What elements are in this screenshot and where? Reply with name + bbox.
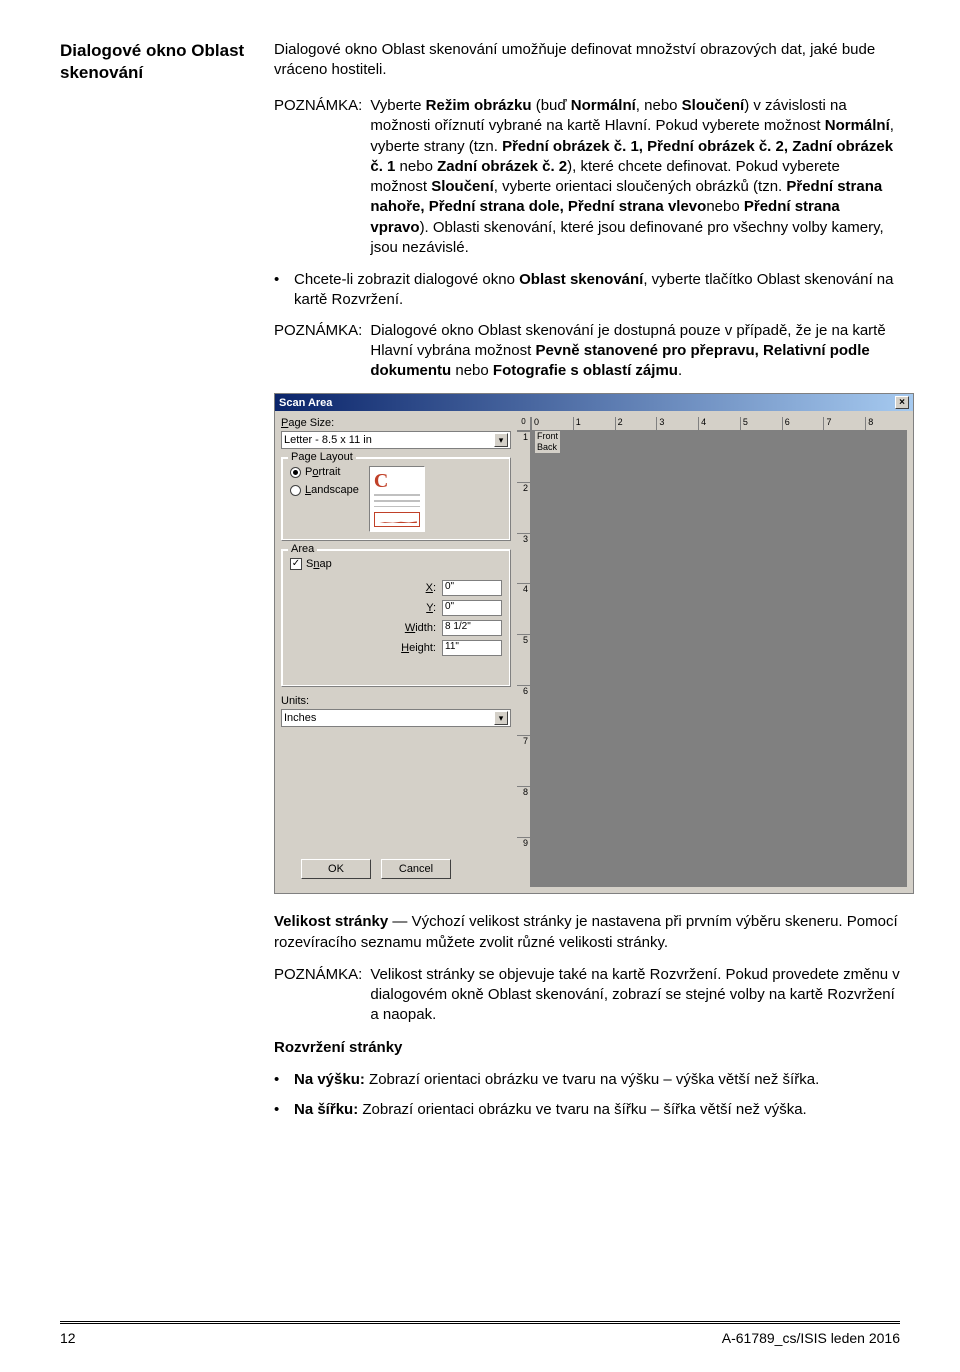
tick: 4 <box>698 417 740 430</box>
checkbox-icon: ✓ <box>290 558 302 570</box>
tick: 3 <box>517 533 530 584</box>
bullet-dot: • <box>274 1100 286 1120</box>
note-label: POZNÁMKA: <box>274 321 362 382</box>
ruler-vertical: 1 2 3 4 5 6 7 8 9 <box>517 431 531 887</box>
tick: 8 <box>517 786 530 837</box>
note-2: POZNÁMKA: Dialogové okno Oblast skenován… <box>274 321 900 382</box>
ruler-horizontal: 0 1 2 3 4 5 6 7 8 <box>531 417 907 431</box>
note-body: Velikost stránky se objevuje také na kar… <box>370 965 900 1026</box>
tick: 7 <box>517 735 530 786</box>
page-footer: 12 A-61789_cs/ISIS leden 2016 <box>60 1321 900 1346</box>
page-layout-group: Portrait Landscape C <box>281 457 511 541</box>
note-3: POZNÁMKA: Velikost stránky se objevuje t… <box>274 965 900 1026</box>
note-body: Dialogové okno Oblast skenování je dostu… <box>370 321 900 382</box>
ruler-origin: 0 <box>517 417 531 431</box>
height-label: Height: <box>401 642 436 654</box>
y-label: Y: <box>426 602 436 614</box>
bullet-text: Na šířku: Zobrazí orientaci obrázku ve t… <box>294 1100 900 1120</box>
tick: 1 <box>573 417 615 430</box>
tick: 8 <box>865 417 907 430</box>
page-size-value: Letter - 8.5 x 11 in <box>284 434 372 446</box>
bullet-dot: • <box>274 1070 286 1090</box>
doc-id: A-61789_cs/ISIS leden 2016 <box>722 1330 900 1346</box>
tick: 9 <box>517 837 530 888</box>
x-label: X: <box>426 582 436 594</box>
snap-label: Snap <box>306 558 332 570</box>
bullet-portrait: • Na výšku: Zobrazí orientaci obrázku ve… <box>274 1070 900 1090</box>
cancel-button[interactable]: Cancel <box>381 859 451 879</box>
units-label: Units: <box>281 695 511 707</box>
page-layout-thumbnail: C <box>369 466 425 532</box>
chevron-down-icon[interactable]: ▾ <box>494 711 508 725</box>
tick: 7 <box>823 417 865 430</box>
tick: 6 <box>517 685 530 736</box>
dialog-titlebar: Scan Area × <box>275 394 913 411</box>
bullet-landscape: • Na šířku: Zobrazí orientaci obrázku ve… <box>274 1100 900 1120</box>
scan-area-dialog: Scan Area × Page Size: Letter - 8.5 x 11… <box>274 393 914 894</box>
width-input[interactable]: 8 1/2" <box>442 620 502 636</box>
units-combo[interactable]: Inches ▾ <box>281 709 511 727</box>
portrait-radio[interactable]: Portrait <box>290 466 359 478</box>
preview-pane[interactable]: 0 0 1 2 3 4 5 6 7 8 1 2 <box>517 417 907 887</box>
close-icon[interactable]: × <box>895 396 909 409</box>
page-size-label: Page Size: <box>281 417 511 429</box>
note-label: POZNÁMKA: <box>274 96 362 258</box>
tick: 2 <box>517 482 530 533</box>
dialog-title: Scan Area <box>279 397 332 409</box>
page-size-combo[interactable]: Letter - 8.5 x 11 in ▾ <box>281 431 511 449</box>
height-input[interactable]: 11" <box>442 640 502 656</box>
landscape-label: Landscape <box>305 484 359 496</box>
width-label: Width: <box>405 622 436 634</box>
tick: 4 <box>517 583 530 634</box>
chevron-down-icon[interactable]: ▾ <box>494 433 508 447</box>
tick: 5 <box>740 417 782 430</box>
front-back-label: FrontBack <box>535 431 560 453</box>
units-value: Inches <box>284 712 316 724</box>
snap-checkbox[interactable]: ✓ Snap <box>290 558 502 570</box>
note-label: POZNÁMKA: <box>274 965 362 1026</box>
page-size-para: Velikost stránky — Výchozí velikost strá… <box>274 912 900 953</box>
radio-icon <box>290 485 301 496</box>
layout-heading: Rozvržení stránky <box>274 1038 900 1058</box>
tick: 0 <box>531 417 573 430</box>
landscape-radio[interactable]: Landscape <box>290 484 359 496</box>
x-input[interactable]: 0" <box>442 580 502 596</box>
intro-para: Dialogové okno Oblast skenování umožňuje… <box>274 40 900 84</box>
tick: 1 <box>517 431 530 482</box>
tick: 6 <box>782 417 824 430</box>
side-heading: Dialogové okno Oblast skenování <box>60 40 250 84</box>
note-body: Vyberte Režim obrázku (buď Normální, neb… <box>370 96 900 258</box>
tick: 3 <box>656 417 698 430</box>
bullet-1: • Chcete-li zobrazit dialogové okno Obla… <box>274 270 900 311</box>
tick: 2 <box>615 417 657 430</box>
bullet-text: Na výšku: Zobrazí orientaci obrázku ve t… <box>294 1070 900 1090</box>
bullet-text: Chcete-li zobrazit dialogové okno Oblast… <box>294 270 900 311</box>
bullet-dot: • <box>274 270 286 311</box>
radio-icon <box>290 467 301 478</box>
ok-button[interactable]: OK <box>301 859 371 879</box>
area-group: ✓ Snap X: 0" Y: 0" Width: <box>281 549 511 687</box>
page-number: 12 <box>60 1330 76 1346</box>
portrait-label: Portrait <box>305 466 340 478</box>
tick: 5 <box>517 634 530 685</box>
note-1: POZNÁMKA: Vyberte Režim obrázku (buď Nor… <box>274 96 900 258</box>
y-input[interactable]: 0" <box>442 600 502 616</box>
